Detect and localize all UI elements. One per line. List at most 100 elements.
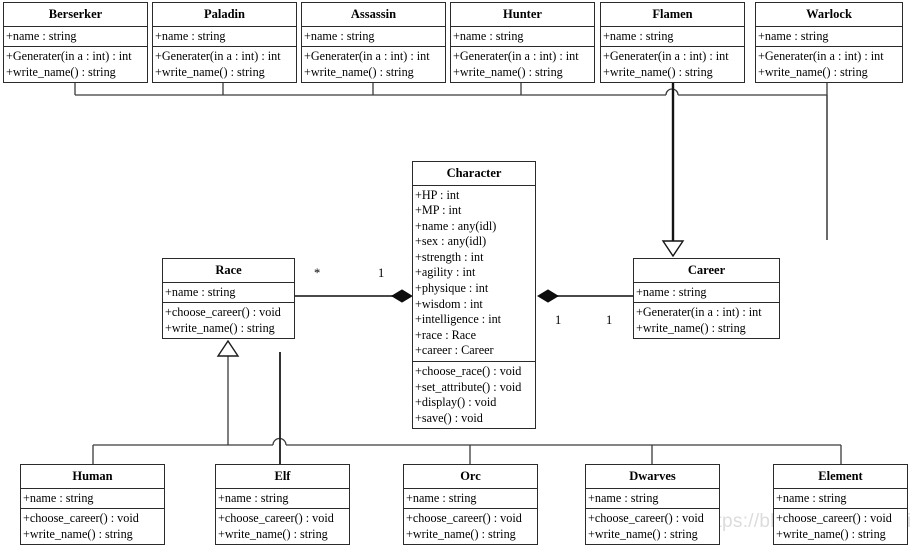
attribute: +career : Career <box>415 343 494 358</box>
class-box-flamen[interactable]: Flamen +name : string +Generater(in a : … <box>600 2 745 84</box>
attributes-paladin: +name : string <box>153 27 296 47</box>
operations-hunter: +Generater(in a : int) : int +write_name… <box>451 46 594 82</box>
class-box-race[interactable]: Race +name : string +choose_career() : v… <box>162 258 295 340</box>
attribute: +race : Race <box>415 327 476 342</box>
attribute: +name : string <box>304 28 375 43</box>
operation: +choose_race() : void <box>415 364 522 379</box>
class-name-orc: Orc <box>404 465 537 489</box>
attribute: +name : string <box>406 490 477 505</box>
attributes-hunter: +name : string <box>451 27 594 47</box>
attribute: +name : string <box>165 284 236 299</box>
operation: +write_name() : string <box>6 64 116 79</box>
class-box-dwarves[interactable]: Dwarves +name : string +choose_career() … <box>585 464 720 546</box>
class-box-career[interactable]: Career +name : string +Generater(in a : … <box>633 258 780 340</box>
class-name-paladin: Paladin <box>153 3 296 27</box>
operation: +write_name() : string <box>603 64 713 79</box>
operations-berserker: +Generater(in a : int) : int +write_name… <box>4 46 147 82</box>
multiplicity-race-side: * <box>314 266 321 280</box>
class-name-element: Element <box>774 465 907 489</box>
operations-assassin: +Generater(in a : int) : int +write_name… <box>302 46 445 82</box>
operation: +choose_career() : void <box>218 511 334 526</box>
class-box-paladin[interactable]: Paladin +name : string +Generater(in a :… <box>152 2 297 84</box>
attributes-orc: +name : string <box>404 489 537 509</box>
attribute: +name : string <box>603 28 674 43</box>
class-box-human[interactable]: Human +name : string +choose_career() : … <box>20 464 165 546</box>
class-box-berserker[interactable]: Berserker +name : string +Generater(in a… <box>3 2 148 84</box>
attribute: +agility : int <box>415 265 476 280</box>
class-name-elf: Elf <box>216 465 349 489</box>
line-hop-elf <box>272 437 287 446</box>
attribute: +strength : int <box>415 249 484 264</box>
class-name-hunter: Hunter <box>451 3 594 27</box>
generalization-arrow-career <box>661 240 685 258</box>
attribute: +name : string <box>636 284 707 299</box>
multiplicity-career-side: 1 <box>606 313 613 327</box>
operation: +Generater(in a : int) : int <box>6 49 132 64</box>
operation: +Generater(in a : int) : int <box>603 49 729 64</box>
class-box-assassin[interactable]: Assassin +name : string +Generater(in a … <box>301 2 446 84</box>
class-name-flamen: Flamen <box>601 3 744 27</box>
class-name-career: Career <box>634 259 779 283</box>
class-box-element[interactable]: Element +name : string +choose_career() … <box>773 464 908 546</box>
operation: +choose_career() : void <box>588 511 704 526</box>
class-name-race: Race <box>163 259 294 283</box>
operations-element: +choose_career() : void +write_name() : … <box>774 508 907 544</box>
operation: +save() : void <box>415 410 483 425</box>
operation: +write_name() : string <box>636 320 746 335</box>
attribute: +name : string <box>218 490 289 505</box>
class-name-character: Character <box>413 162 535 186</box>
operation: +choose_career() : void <box>776 511 892 526</box>
operation: +Generater(in a : int) : int <box>758 49 884 64</box>
class-name-human: Human <box>21 465 164 489</box>
operation: +Generater(in a : int) : int <box>155 49 281 64</box>
operation: +write_name() : string <box>406 526 516 541</box>
line-hop-flamen <box>665 88 679 96</box>
attribute: +MP : int <box>415 203 462 218</box>
attributes-character: +HP : int +MP : int +name : any(idl) +se… <box>413 186 535 362</box>
operation: +write_name() : string <box>23 526 133 541</box>
class-name-dwarves: Dwarves <box>586 465 719 489</box>
operation: +write_name() : string <box>218 526 328 541</box>
attribute: +name : any(idl) <box>415 218 497 233</box>
operation: +Generater(in a : int) : int <box>304 49 430 64</box>
attribute: +physique : int <box>415 281 489 296</box>
multiplicity-character-right: 1 <box>555 313 562 327</box>
uml-class-diagram: https://blog.csdn.net/weixin_43681295 <box>0 0 910 546</box>
class-box-orc[interactable]: Orc +name : string +choose_career() : vo… <box>403 464 538 546</box>
operation: +Generater(in a : int) : int <box>453 49 579 64</box>
attribute: +name : string <box>155 28 226 43</box>
operations-flamen: +Generater(in a : int) : int +write_name… <box>601 46 744 82</box>
operations-human: +choose_career() : void +write_name() : … <box>21 508 164 544</box>
attributes-career: +name : string <box>634 283 779 303</box>
class-box-elf[interactable]: Elf +name : string +choose_career() : vo… <box>215 464 350 546</box>
attributes-human: +name : string <box>21 489 164 509</box>
attribute: +name : string <box>758 28 829 43</box>
class-name-assassin: Assassin <box>302 3 445 27</box>
attribute: +intelligence : int <box>415 312 502 327</box>
attributes-race: +name : string <box>163 283 294 303</box>
operation: +choose_career() : void <box>406 511 522 526</box>
operation: +Generater(in a : int) : int <box>636 305 762 320</box>
class-box-character[interactable]: Character +HP : int +MP : int +name : an… <box>412 161 536 430</box>
operations-character: +choose_race() : void +set_attribute() :… <box>413 361 535 428</box>
operations-dwarves: +choose_career() : void +write_name() : … <box>586 508 719 544</box>
operations-elf: +choose_career() : void +write_name() : … <box>216 508 349 544</box>
operation: +write_name() : string <box>165 320 275 335</box>
class-box-hunter[interactable]: Hunter +name : string +Generater(in a : … <box>450 2 595 84</box>
operation: +write_name() : string <box>588 526 698 541</box>
attributes-element: +name : string <box>774 489 907 509</box>
attributes-dwarves: +name : string <box>586 489 719 509</box>
attribute: +wisdom : int <box>415 296 483 311</box>
operations-warlock: +Generater(in a : int) : int +write_name… <box>756 46 902 82</box>
operation: +write_name() : string <box>776 526 886 541</box>
operations-paladin: +Generater(in a : int) : int +write_name… <box>153 46 296 82</box>
operations-career: +Generater(in a : int) : int +write_name… <box>634 302 779 338</box>
operations-race: +choose_career() : void +write_name() : … <box>163 302 294 338</box>
operation: +display() : void <box>415 395 497 410</box>
attribute: +name : string <box>588 490 659 505</box>
attributes-warlock: +name : string <box>756 27 902 47</box>
operation: +set_attribute() : void <box>415 379 522 394</box>
class-name-berserker: Berserker <box>4 3 147 27</box>
class-box-warlock[interactable]: Warlock +name : string +Generater(in a :… <box>755 2 903 84</box>
attribute: +sex : any(idl) <box>415 234 487 249</box>
